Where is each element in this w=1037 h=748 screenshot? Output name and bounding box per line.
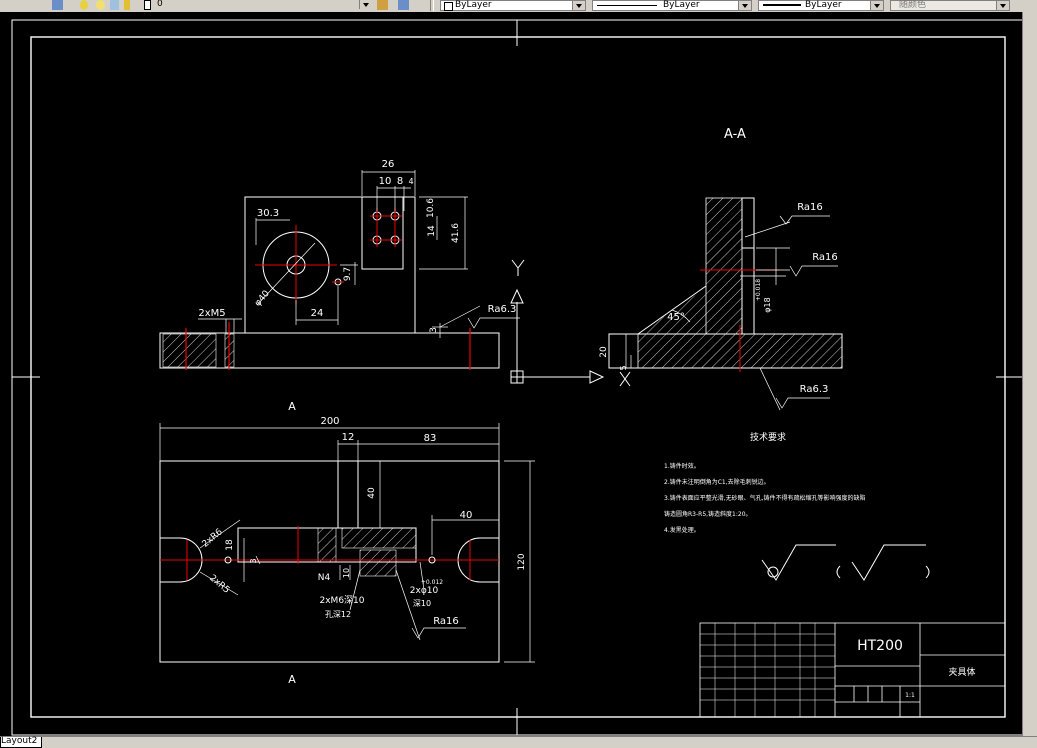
dim-label: 40 bbox=[367, 487, 377, 499]
layer-color-swatch-icon bbox=[144, 0, 151, 10]
dim-label: 20 bbox=[599, 346, 609, 358]
color-swatch-icon bbox=[444, 2, 453, 11]
chevron-down-icon[interactable] bbox=[359, 0, 372, 9]
dim-label: +0.018 bbox=[755, 279, 762, 301]
roughness-label: Ra16 bbox=[812, 252, 838, 263]
scale-label: 1:1 bbox=[905, 692, 915, 699]
layer-previous-icon[interactable] bbox=[398, 0, 409, 10]
technical-notes: 技术要求 1.铸件时效。 2.铸件未注明倒角为C1,去除毛刺锐边。 3.铸件表面… bbox=[664, 431, 866, 534]
layer-plot-icon[interactable] bbox=[124, 0, 130, 10]
dim-label: 10 bbox=[379, 176, 392, 187]
dim-label: 孔深12 bbox=[325, 610, 351, 619]
note-line: 铸造圆角R3-R5,铸造斜度1:20。 bbox=[664, 510, 752, 518]
drawing-canvas[interactable]: 26 10 8 4 10.6 14 41.6 30.3 9.7 24 φ40 2… bbox=[0, 12, 1022, 736]
dim-label: 3 bbox=[249, 558, 258, 563]
section-view: A-A Ra16 Ra16 Ra6.3 45° 20 5 φ18 +0.018 bbox=[599, 127, 843, 411]
plotstyle-control-label: 随颜色 bbox=[899, 0, 927, 10]
linetype-sample-icon bbox=[597, 5, 657, 6]
layer-freeze-icon[interactable] bbox=[96, 0, 105, 10]
dim-label: 12 bbox=[342, 432, 355, 443]
plotstyle-control-dropdown[interactable]: 随颜色 bbox=[890, 0, 1010, 11]
lineweight-control-dropdown[interactable]: ByLayer bbox=[758, 0, 884, 11]
dim-label: 深10 bbox=[413, 599, 431, 608]
chevron-down-icon[interactable] bbox=[996, 1, 1009, 10]
front-view: 26 10 8 4 10.6 14 41.6 30.3 9.7 24 φ40 2… bbox=[159, 159, 520, 370]
dim-label: 2xR6 bbox=[201, 527, 225, 550]
dim-label: N4 bbox=[318, 573, 331, 583]
dim-label: 4 bbox=[408, 177, 413, 186]
part-name-label: 夹具体 bbox=[948, 666, 975, 678]
ucs-icon bbox=[510, 259, 631, 387]
dim-label: 2xR5 bbox=[207, 573, 231, 595]
section-label: A-A bbox=[724, 127, 746, 142]
notes-title: 技术要求 bbox=[750, 431, 786, 443]
dim-label: 200 bbox=[320, 416, 339, 427]
dim-label: 5 bbox=[619, 365, 628, 370]
view-label: A bbox=[288, 673, 296, 686]
dim-label: 83 bbox=[424, 433, 437, 444]
note-line: 2.铸件未注明倒角为C1,去除毛刺锐边。 bbox=[664, 478, 770, 486]
view-label: A bbox=[288, 400, 296, 413]
roughness-label: Ra6.3 bbox=[800, 384, 829, 395]
dim-label: 120 bbox=[517, 553, 527, 570]
drawing-svg: 26 10 8 4 10.6 14 41.6 30.3 9.7 24 φ40 2… bbox=[11, 19, 1022, 736]
dim-label: 45° bbox=[667, 312, 685, 323]
toolbar-separator bbox=[430, 0, 434, 11]
dim-label: 3 bbox=[429, 327, 439, 333]
make-current-layer-icon[interactable] bbox=[377, 0, 388, 10]
general-roughness-symbol bbox=[761, 544, 930, 581]
lineweight-sample-icon bbox=[763, 4, 801, 6]
vertical-scrollbar[interactable] bbox=[1022, 12, 1037, 736]
chevron-down-icon[interactable] bbox=[738, 1, 751, 10]
dim-label: 24 bbox=[311, 308, 324, 319]
dim-label: 30.3 bbox=[257, 208, 279, 219]
layout-tab-bar: Layout2 bbox=[0, 736, 1037, 748]
linetype-control-label: ByLayer bbox=[663, 0, 700, 10]
dim-label: +0.012 bbox=[421, 579, 443, 586]
roughness-label: Ra6.3 bbox=[488, 304, 517, 315]
dim-label: 14 bbox=[427, 225, 437, 237]
layer-lock-icon[interactable] bbox=[110, 0, 119, 10]
dim-label: 10 bbox=[342, 568, 351, 578]
tab-layout2[interactable]: Layout2 bbox=[0, 737, 43, 748]
dim-label: 8 bbox=[397, 176, 403, 187]
color-control-dropdown[interactable]: ByLayer bbox=[440, 0, 586, 11]
dim-label: 26 bbox=[382, 159, 395, 170]
dim-label: 2xM5 bbox=[198, 308, 225, 319]
top-view: A A 200 12 83 40 40 18 3 2xR6 2xR5 N4 10… bbox=[159, 400, 535, 686]
dim-label: 40 bbox=[460, 510, 473, 521]
layer-on-icon[interactable] bbox=[80, 0, 88, 10]
color-control-label: ByLayer bbox=[455, 0, 492, 10]
material-label: HT200 bbox=[857, 638, 903, 654]
note-line: 3.铸件表面应平整光滑,无砂眼、气孔,铸件不得有疏松缩孔等影响强度的缺陷 bbox=[664, 494, 866, 502]
dim-label: φ18 bbox=[763, 297, 772, 312]
layer-name: 0 bbox=[157, 0, 163, 9]
dim-label: 41.6 bbox=[451, 223, 461, 243]
linetype-control-dropdown[interactable]: ByLayer bbox=[592, 0, 752, 11]
layer-manager-icon[interactable] bbox=[52, 0, 63, 10]
roughness-label: Ra16 bbox=[797, 202, 823, 213]
chevron-down-icon[interactable] bbox=[572, 1, 585, 10]
lineweight-control-label: ByLayer bbox=[805, 0, 842, 10]
layer-dropdown[interactable]: 0 bbox=[154, 0, 372, 11]
chevron-down-icon[interactable] bbox=[870, 1, 883, 10]
note-line: 1.铸件时效。 bbox=[664, 462, 700, 470]
roughness-label: Ra16 bbox=[433, 616, 459, 627]
note-line: 4.发黑处理。 bbox=[664, 526, 700, 534]
dim-label: 2xφ10 bbox=[410, 586, 439, 596]
dim-label: 18 bbox=[225, 539, 235, 551]
dim-label: 10.6 bbox=[426, 198, 436, 218]
dim-label: 2xM6深10 bbox=[320, 595, 365, 606]
dim-label: 9.7 bbox=[343, 267, 353, 281]
